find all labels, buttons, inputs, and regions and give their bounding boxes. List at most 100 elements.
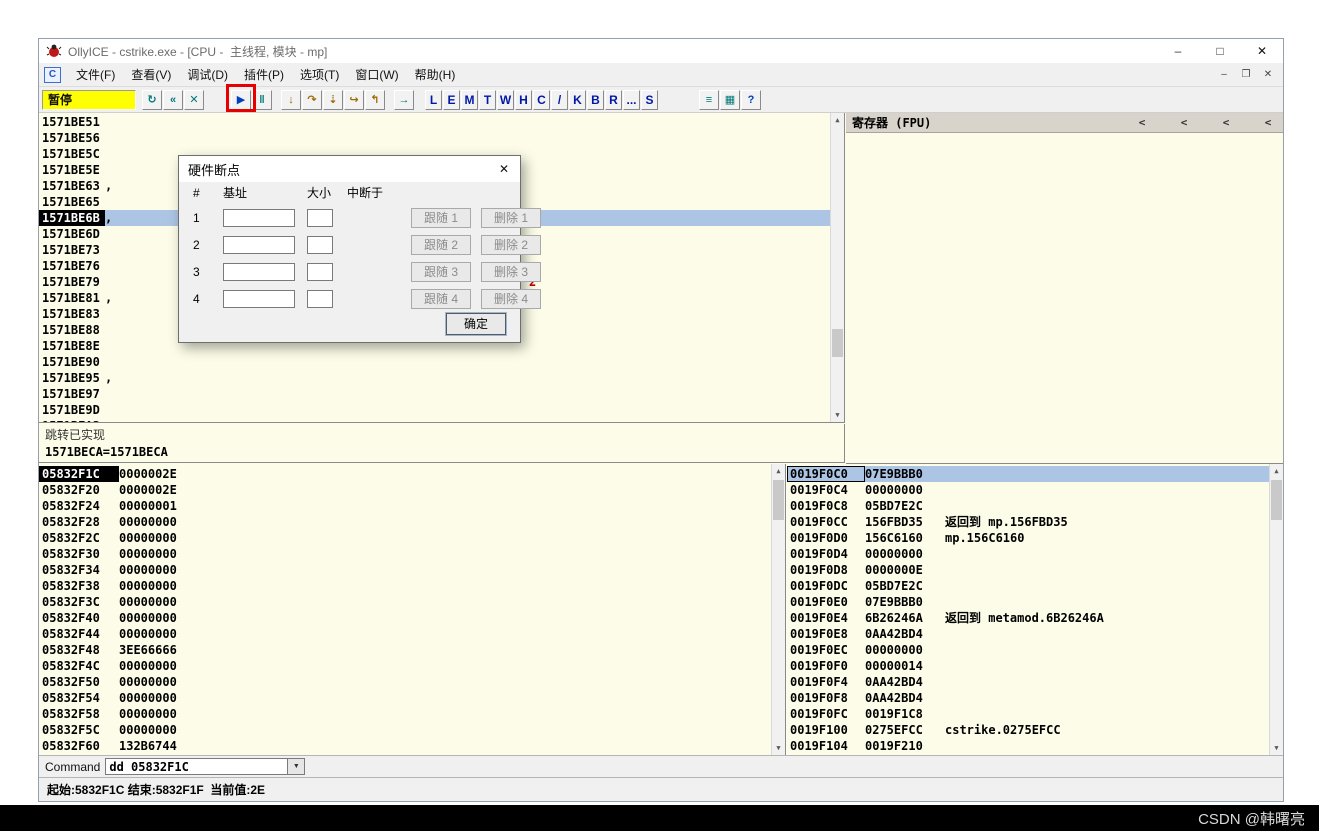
ok-button[interactable]: 确定 (446, 313, 506, 335)
stack-row[interactable]: 0019F0FC 0019F1C8 (787, 706, 1269, 722)
command-dropdown-icon[interactable]: ▼ (288, 758, 305, 775)
scroll-up-icon[interactable]: ▲ (1270, 464, 1283, 478)
stack-row[interactable]: 0019F0C4 00000000 (787, 482, 1269, 498)
view-call-stack-button[interactable]: K (569, 90, 586, 110)
stack-row[interactable]: 0019F0C8 05BD7E2C (787, 498, 1269, 514)
view-breakpoints-button[interactable]: B (587, 90, 604, 110)
view-references-button[interactable]: R (605, 90, 622, 110)
cpu-window-icon[interactable]: C (44, 67, 61, 83)
stack-row[interactable]: 0019F0EC 00000000 (787, 642, 1269, 658)
breakpoint-size-input[interactable] (307, 236, 333, 254)
menu-item[interactable]: 查看(V) (123, 64, 179, 86)
chevron-left-icon[interactable]: < (1261, 116, 1275, 129)
follow-button[interactable]: 跟随 4 (411, 289, 471, 309)
register-line[interactable]: Z 0 DS 002B 32位 0(FFFFFFFF) (852, 340, 1283, 356)
register-line[interactable]: EBP 00000000 (852, 216, 1283, 232)
stack-row[interactable]: 0019F0DC 05BD7E2C (787, 578, 1269, 594)
disasm-row[interactable]: 1571BE56 D89E B8000000 fcomp dword ptr [… (39, 130, 830, 146)
register-line[interactable]: EDI 07E9C144 (852, 248, 1283, 264)
view-memory-button[interactable]: M (461, 90, 478, 110)
restart-button[interactable]: ↻ (142, 90, 162, 110)
run-button[interactable]: ▶ (231, 90, 251, 110)
dump-row[interactable]: 05832F40 00000000 (39, 610, 771, 626)
view-log-button[interactable]: L (425, 90, 442, 110)
disasm-row[interactable]: 1571BE51 E8 9A7AFFFF call 157138F0 (39, 114, 830, 130)
step-over-button[interactable]: ↷ (302, 90, 322, 110)
dump-row[interactable]: 05832F58 00000000 (39, 706, 771, 722)
breakpoint-address-input[interactable] (223, 263, 295, 281)
stack-row[interactable]: 0019F0F4 0AA42BD4 (787, 674, 1269, 690)
breakpoint-address-input[interactable] (223, 209, 295, 227)
scroll-down-icon[interactable]: ▼ (831, 408, 844, 422)
dump-scrollbar[interactable]: ▲ ▼ (771, 464, 785, 755)
animate-into-button[interactable]: ⇣ (323, 90, 343, 110)
log-options-button[interactable]: ≡ (699, 90, 719, 110)
register-line[interactable]: EBX 00000000 (852, 184, 1283, 200)
breakpoint-size-input[interactable] (307, 263, 333, 281)
disasm-scrollbar[interactable]: ▲ ▼ (830, 113, 844, 422)
dump-row[interactable]: 05832F60 132B6744 (39, 738, 771, 754)
scroll-up-icon[interactable]: ▲ (772, 464, 785, 478)
mdi-minimize-button[interactable]: – (1213, 69, 1235, 80)
register-line[interactable]: ESP 0019F0C0 (852, 200, 1283, 216)
mdi-restore-button[interactable]: ❐ (1235, 69, 1257, 80)
mdi-close-button[interactable]: ✕ (1257, 69, 1279, 80)
stack-row[interactable]: 0019F0E8 0AA42BD4 (787, 626, 1269, 642)
menu-item[interactable]: 调试(D) (179, 64, 236, 86)
view-cpu-button[interactable]: C (533, 90, 550, 110)
view-windows-button[interactable]: W (497, 90, 514, 110)
dump-row[interactable]: 05832F44 00000000 (39, 626, 771, 642)
dialog-close-icon[interactable]: ✕ (488, 156, 520, 182)
pause-button[interactable]: ‖ (252, 90, 272, 110)
stack-row[interactable]: 0019F0E0 07E9BBB0 (787, 594, 1269, 610)
register-line[interactable]: A 0 SS 002B 32位 0(FFFFFFFF) (852, 324, 1283, 340)
disasm-row[interactable]: 1571BEA3 DFE0 fstsw ax (39, 418, 830, 422)
menu-item[interactable]: 窗口(W) (347, 64, 406, 86)
goto-address-button[interactable]: → (394, 90, 414, 110)
appearance-button[interactable]: ▦ (720, 90, 740, 110)
scroll-thumb[interactable] (832, 329, 843, 357)
dump-row[interactable]: 05832F2C 00000000 (39, 530, 771, 546)
dump-row[interactable]: 05832F34 00000000 (39, 562, 771, 578)
scroll-up-icon[interactable]: ▲ (831, 113, 844, 127)
dump-row[interactable]: 05832F5C 00000000 (39, 722, 771, 738)
register-line[interactable]: D 0 (852, 388, 1283, 404)
stack-row[interactable]: 0019F0F0 00000014 (787, 658, 1269, 674)
chevron-left-icon[interactable]: < (1177, 116, 1191, 129)
registers-pane[interactable]: 寄存器 (FPU) <<<< EAX 00000001 ECX 05832E50… (846, 113, 1283, 464)
scroll-thumb[interactable] (773, 480, 784, 520)
terminate-button[interactable]: ✕ (184, 90, 204, 110)
register-line[interactable]: EIP 1571BE6B mp.1571BE6B (852, 270, 1283, 286)
stack-scrollbar[interactable]: ▲ ▼ (1269, 464, 1283, 755)
register-line[interactable]: C 0 ES 002B 32位 0(FFFFFFFF) (852, 292, 1283, 308)
chevron-left-icon[interactable]: < (1135, 116, 1149, 129)
scroll-down-icon[interactable]: ▼ (1270, 741, 1283, 755)
breakpoint-size-input[interactable] (307, 209, 333, 227)
view-patches-button[interactable]: / (551, 90, 568, 110)
dump-row[interactable]: 05832F1C 0000002E (39, 466, 771, 482)
follow-button[interactable]: 跟随 1 (411, 208, 471, 228)
view-handles-button[interactable]: H (515, 90, 532, 110)
delete-button[interactable]: 删除 1 (481, 208, 541, 228)
view-threads-button[interactable]: T (479, 90, 496, 110)
scroll-down-icon[interactable]: ▼ (772, 741, 785, 755)
dump-pane[interactable]: 05832F1C 0000002E 05832F20 0000002E 0583… (39, 464, 786, 755)
maximize-button[interactable]: □ (1199, 39, 1241, 63)
register-line[interactable]: ST0 empty -27.879326831056516770 (852, 448, 1283, 464)
stack-row[interactable]: 0019F0D8 0000000E (787, 562, 1269, 578)
stack-row[interactable]: 0019F0F8 0AA42BD4 (787, 690, 1269, 706)
register-line[interactable]: ECX 05832E50 (852, 152, 1283, 168)
chevron-left-icon[interactable]: < (1219, 116, 1233, 129)
register-line[interactable]: T 0 GS 002B 32位 0(FFFFFFFF) (852, 372, 1283, 388)
menu-item[interactable]: 帮助(H) (407, 64, 464, 86)
register-line[interactable]: P 1 CS 0023 32位 0(FFFFFFFF) (852, 308, 1283, 324)
register-line[interactable]: S 0 FS 0053 32位 24D000(FFF) (852, 356, 1283, 372)
breakpoint-size-input[interactable] (307, 290, 333, 308)
dump-row[interactable]: 05832F48 3EE66666 (39, 642, 771, 658)
animate-over-button[interactable]: ↪ (344, 90, 364, 110)
disasm-row[interactable]: 1571BE90 25 00410000 and eax, 4100 (39, 354, 830, 370)
dump-row[interactable]: 05832F30 00000000 (39, 546, 771, 562)
breakpoint-address-input[interactable] (223, 290, 295, 308)
disasm-row[interactable]: 1571BE95 , 75 33 jnz short 1571BECA (39, 370, 830, 386)
view-executables-button[interactable]: E (443, 90, 460, 110)
